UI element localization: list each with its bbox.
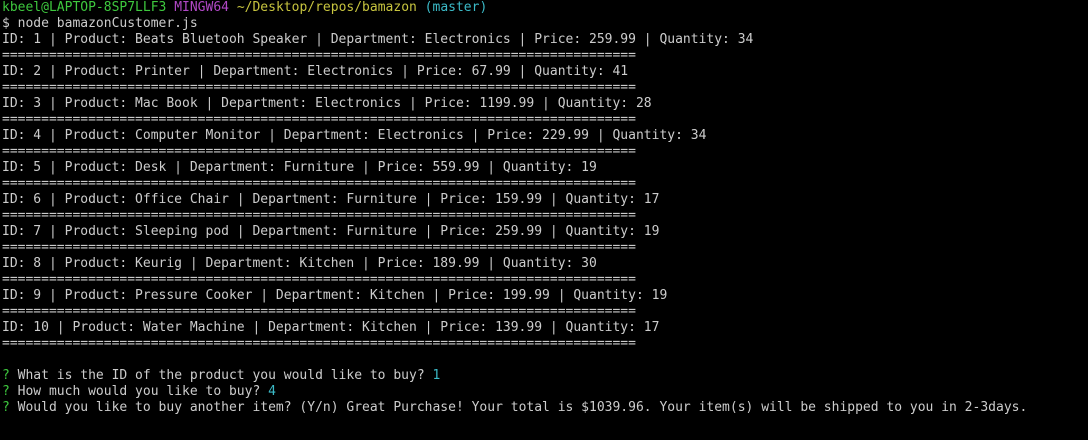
question-line: ? What is the ID of the product you woul… bbox=[2, 368, 1088, 384]
product-row: ID: 9 | Product: Pressure Cooker | Depar… bbox=[2, 288, 668, 303]
separator-line: ========================================… bbox=[2, 112, 636, 127]
product-row: ID: 10 | Product: Water Machine | Depart… bbox=[2, 320, 660, 335]
user-host: kbeel@LAPTOP-8SP7LLF3 bbox=[2, 0, 167, 15]
separator-line: ========================================… bbox=[2, 208, 636, 223]
command-line: $ node bamazonCustomer.js bbox=[2, 16, 198, 31]
question-answer: 1 bbox=[432, 368, 441, 383]
working-directory: ~/Desktop/repos/bamazon bbox=[236, 0, 417, 15]
separator-line: ========================================… bbox=[2, 80, 636, 95]
question-mark-icon: ? bbox=[2, 400, 10, 415]
product-row: ID: 3 | Product: Mac Book | Department: … bbox=[2, 96, 652, 111]
question-text: Would you like to buy another item? (Y/n… bbox=[17, 400, 1028, 415]
separator-line: ========================================… bbox=[2, 48, 636, 63]
question-list: ? What is the ID of the product you woul… bbox=[2, 368, 1088, 416]
separator-line: ========================================… bbox=[2, 144, 636, 159]
separator-line: ========================================… bbox=[2, 336, 636, 351]
question-mark-icon: ? bbox=[2, 368, 10, 383]
question-text: How much would you like to buy? bbox=[17, 384, 261, 399]
git-branch: (master) bbox=[424, 0, 488, 15]
separator-line: ========================================… bbox=[2, 176, 636, 191]
product-row: ID: 2 | Product: Printer | Department: E… bbox=[2, 64, 629, 79]
separator-line: ========================================… bbox=[2, 304, 636, 319]
env-name: MINGW64 bbox=[174, 0, 229, 15]
product-row: ID: 4 | Product: Computer Monitor | Depa… bbox=[2, 128, 707, 143]
separator-line: ========================================… bbox=[2, 272, 636, 287]
separator-line: ========================================… bbox=[2, 240, 636, 255]
product-row: ID: 6 | Product: Office Chair | Departme… bbox=[2, 192, 660, 207]
product-row: ID: 7 | Product: Sleeping pod | Departme… bbox=[2, 224, 660, 239]
prompt-line: kbeel@LAPTOP-8SP7LLF3 MINGW64 ~/Desktop/… bbox=[2, 0, 1088, 16]
question-line: ? How much would you like to buy? 4 bbox=[2, 384, 1088, 400]
question-answer: 4 bbox=[268, 384, 276, 399]
product-row: ID: 1 | Product: Beats Bluetooh Speaker … bbox=[2, 32, 754, 47]
product-list: ID: 1 | Product: Beats Bluetooh Speaker … bbox=[2, 32, 1088, 352]
question-text: What is the ID of the product you would … bbox=[17, 368, 425, 383]
terminal-window[interactable]: kbeel@LAPTOP-8SP7LLF3 MINGW64 ~/Desktop/… bbox=[0, 0, 1088, 440]
product-row: ID: 8 | Product: Keurig | Department: Ki… bbox=[2, 256, 597, 271]
product-row: ID: 5 | Product: Desk | Department: Furn… bbox=[2, 160, 597, 175]
question-line: ? Would you like to buy another item? (Y… bbox=[2, 400, 1088, 416]
question-mark-icon: ? bbox=[2, 384, 10, 399]
